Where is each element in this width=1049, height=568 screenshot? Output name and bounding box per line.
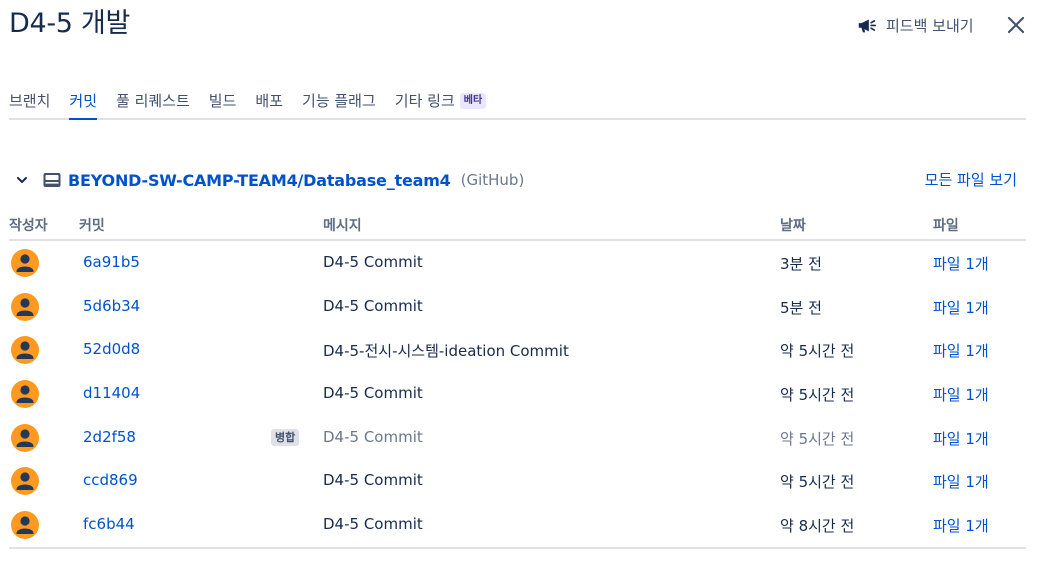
tab-label: 풀 리퀘스트 (116, 92, 190, 110)
tab-pull-requests[interactable]: 풀 리퀘스트 (116, 88, 190, 118)
file-count-link[interactable]: 파일 1개 (933, 471, 989, 492)
column-message: 메시지 (323, 218, 362, 234)
commit-message: D4-5-전시-시스템-ideation Commit (323, 342, 569, 361)
commit-hash-link[interactable]: fc6b44 (83, 515, 135, 533)
table-row: 52d0d8 D4-5-전시-시스템-ideation Commit 약 5시간… (9, 328, 1026, 372)
commits-table: 작성자 커밋 메시지 날짜 파일 6a91b5 D4-5 Commit 3분 전… (9, 210, 1026, 549)
commit-date: 3분 전 (780, 255, 822, 273)
tab-branches[interactable]: 브랜치 (9, 88, 50, 118)
avatar-icon[interactable] (11, 380, 39, 409)
tab-label: 기타 링크 (394, 92, 455, 110)
file-count-link[interactable]: 파일 1개 (933, 515, 989, 536)
commit-hash-link[interactable]: ccd869 (83, 471, 138, 489)
repository-link[interactable]: BEYOND-SW-CAMP-TEAM4/Database_team4 (68, 171, 451, 190)
tab-label: 빌드 (208, 92, 237, 110)
column-date: 날짜 (780, 218, 806, 234)
commit-date: 약 5시간 전 (780, 342, 855, 361)
close-icon (1007, 16, 1025, 34)
table-row: d11404 D4-5 Commit 약 5시간 전 파일 1개 (9, 372, 1026, 416)
feedback-label: 피드백 보내기 (886, 16, 974, 35)
commit-date: 약 5시간 전 (780, 386, 855, 405)
tab-commits[interactable]: 커밋 (69, 88, 98, 120)
tab-deployments[interactable]: 배포 (255, 88, 283, 118)
table-row: 6a91b5 D4-5 Commit 3분 전 파일 1개 (9, 241, 1026, 285)
avatar-icon[interactable] (11, 423, 39, 452)
page-title: D4-5 개발 (9, 8, 131, 39)
column-author: 작성자 (9, 218, 48, 234)
file-count-link[interactable]: 파일 1개 (933, 253, 989, 274)
table-row: fc6b44 D4-5 Commit 약 8시간 전 파일 1개 (9, 503, 1026, 547)
table-divider (9, 546, 1026, 549)
beta-badge: 베타 (459, 93, 487, 109)
tab-bar: 브랜치 커밋 풀 리퀘스트 빌드 배포 기능 플래그 기타 링크 베타 (9, 88, 1026, 120)
commit-message: D4-5 Commit (323, 384, 423, 403)
table-header: 작성자 커밋 메시지 날짜 파일 (9, 210, 1026, 241)
file-count-link[interactable]: 파일 1개 (933, 297, 989, 318)
avatar-icon[interactable] (11, 249, 39, 277)
commit-message: D4-5 Commit (323, 253, 423, 271)
commit-date: 5분 전 (780, 298, 822, 317)
table-body: 6a91b5 D4-5 Commit 3분 전 파일 1개 5d6b34 D4-… (9, 241, 1026, 547)
avatar-icon[interactable] (11, 292, 39, 321)
commit-message: D4-5 Commit (323, 296, 423, 315)
avatar-icon[interactable] (11, 467, 39, 496)
repository-source: (GitHub) (460, 171, 525, 189)
column-files: 파일 (933, 218, 959, 234)
commit-hash-link[interactable]: 5d6b34 (83, 297, 140, 315)
avatar-icon[interactable] (11, 336, 39, 365)
feedback-button[interactable]: 피드백 보내기 (856, 12, 974, 38)
commit-hash-link[interactable]: 52d0d8 (83, 340, 140, 358)
table-row: 5d6b34 D4-5 Commit 5분 전 파일 1개 (9, 285, 1026, 329)
commit-date: 약 5시간 전 (780, 429, 855, 448)
view-all-files-link[interactable]: 모든 파일 보기 (925, 169, 1017, 190)
megaphone-icon (858, 19, 877, 33)
table-row: 2d2f58 병합 D4-5 Commit 약 5시간 전 파일 1개 (9, 416, 1026, 460)
table-row: ccd869 D4-5 Commit 약 5시간 전 파일 1개 (9, 459, 1026, 503)
file-count-link[interactable]: 파일 1개 (933, 428, 989, 449)
repository-icon (43, 173, 61, 187)
commit-hash-link[interactable]: 2d2f58 (83, 428, 136, 446)
tab-label: 브랜치 (9, 92, 51, 110)
commit-message: D4-5 Commit (323, 471, 423, 490)
tab-builds[interactable]: 빌드 (209, 88, 237, 118)
commit-message: D4-5 Commit (323, 427, 423, 446)
tab-label: 배포 (255, 92, 284, 110)
tab-feature-flags[interactable]: 기능 플래그 (302, 88, 376, 118)
commit-message: D4-5 Commit (323, 515, 423, 534)
file-count-link[interactable]: 파일 1개 (933, 340, 989, 361)
repository-header: BEYOND-SW-CAMP-TEAM4/Database_team4 (Git… (15, 168, 1020, 192)
tab-other-links[interactable]: 기타 링크 베타 (394, 88, 487, 118)
commit-hash-link[interactable]: d11404 (83, 384, 140, 402)
tab-label: 기능 플래그 (302, 92, 376, 110)
commit-date: 약 5시간 전 (780, 473, 855, 492)
file-count-link[interactable]: 파일 1개 (933, 384, 989, 405)
merge-badge: 병합 (271, 428, 300, 446)
tab-label: 커밋 (69, 92, 98, 110)
chevron-down-icon[interactable] (15, 173, 29, 187)
commit-date: 약 8시간 전 (780, 517, 855, 536)
column-commit: 커밋 (79, 218, 105, 234)
avatar-icon[interactable] (11, 511, 39, 540)
commit-hash-link[interactable]: 6a91b5 (83, 253, 140, 271)
commits-dialog: D4-5 개발 피드백 보내기 브랜치 커밋 풀 리퀘스트 빌드 배포 기능 플… (0, 0, 1049, 568)
close-button[interactable] (1004, 13, 1028, 37)
